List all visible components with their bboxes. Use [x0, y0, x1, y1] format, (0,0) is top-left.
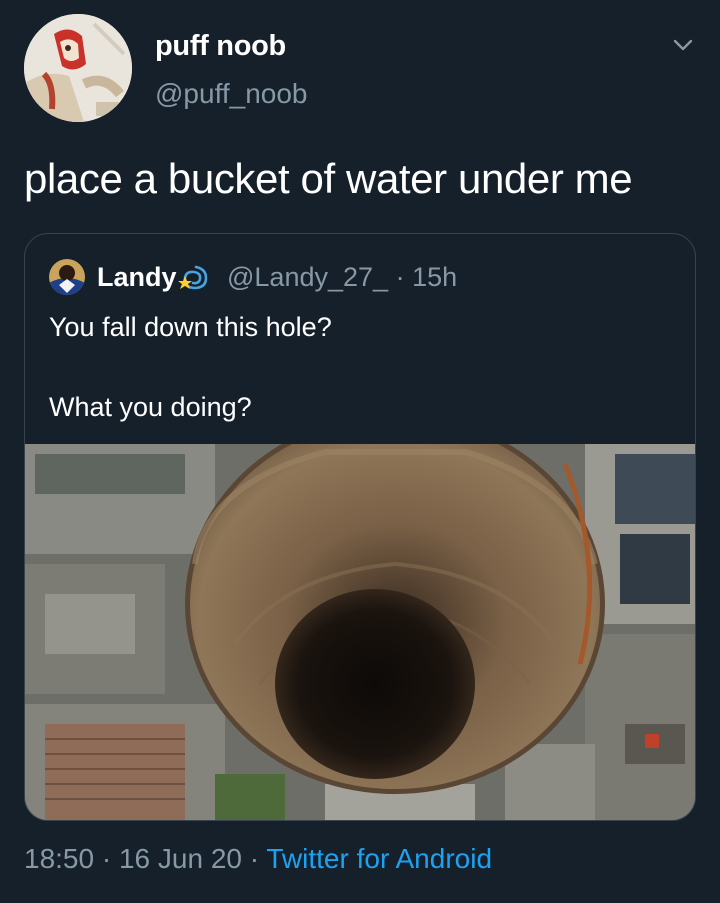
quoted-text-line-1: You fall down this hole?	[49, 312, 332, 342]
chevron-down-icon[interactable]	[668, 30, 698, 60]
quoted-media-image[interactable]	[25, 444, 695, 820]
avatar-image	[24, 14, 132, 122]
tweet-date[interactable]: 16 Jun 20	[119, 843, 242, 874]
tweet-time[interactable]: 18:50	[24, 843, 94, 874]
quoted-avatar-image	[49, 259, 85, 295]
avatar[interactable]	[24, 14, 132, 122]
separator-dot: ·	[101, 843, 112, 874]
handle[interactable]: @puff_noob	[155, 78, 307, 110]
quoted-avatar[interactable]	[49, 259, 85, 295]
tweet-meta: 18:50 · 16 Jun 20 · Twitter for Android	[24, 843, 492, 875]
quoted-text-line-2: What you doing?	[49, 392, 252, 422]
display-name[interactable]: puff noob	[155, 30, 286, 63]
dizzy-sparkle-icon	[176, 263, 210, 293]
quoted-display-name[interactable]: Landy	[97, 262, 177, 293]
quoted-handle-time: @Landy_27_ · 15h	[227, 262, 457, 293]
quoted-timestamp[interactable]: 15h	[412, 262, 457, 292]
tweet-text: place a bucket of water under me	[24, 155, 633, 202]
quoted-tweet[interactable]: Landy @Landy_27_ · 15h You fall down thi…	[24, 233, 696, 821]
separator-dot: ·	[249, 843, 260, 874]
separator-dot: ·	[395, 262, 405, 292]
tweet-source-link[interactable]: Twitter for Android	[266, 843, 492, 874]
quoted-handle[interactable]: @Landy_27_	[227, 262, 388, 292]
tweet: puff noob @puff_noob place a bucket of w…	[0, 0, 720, 903]
